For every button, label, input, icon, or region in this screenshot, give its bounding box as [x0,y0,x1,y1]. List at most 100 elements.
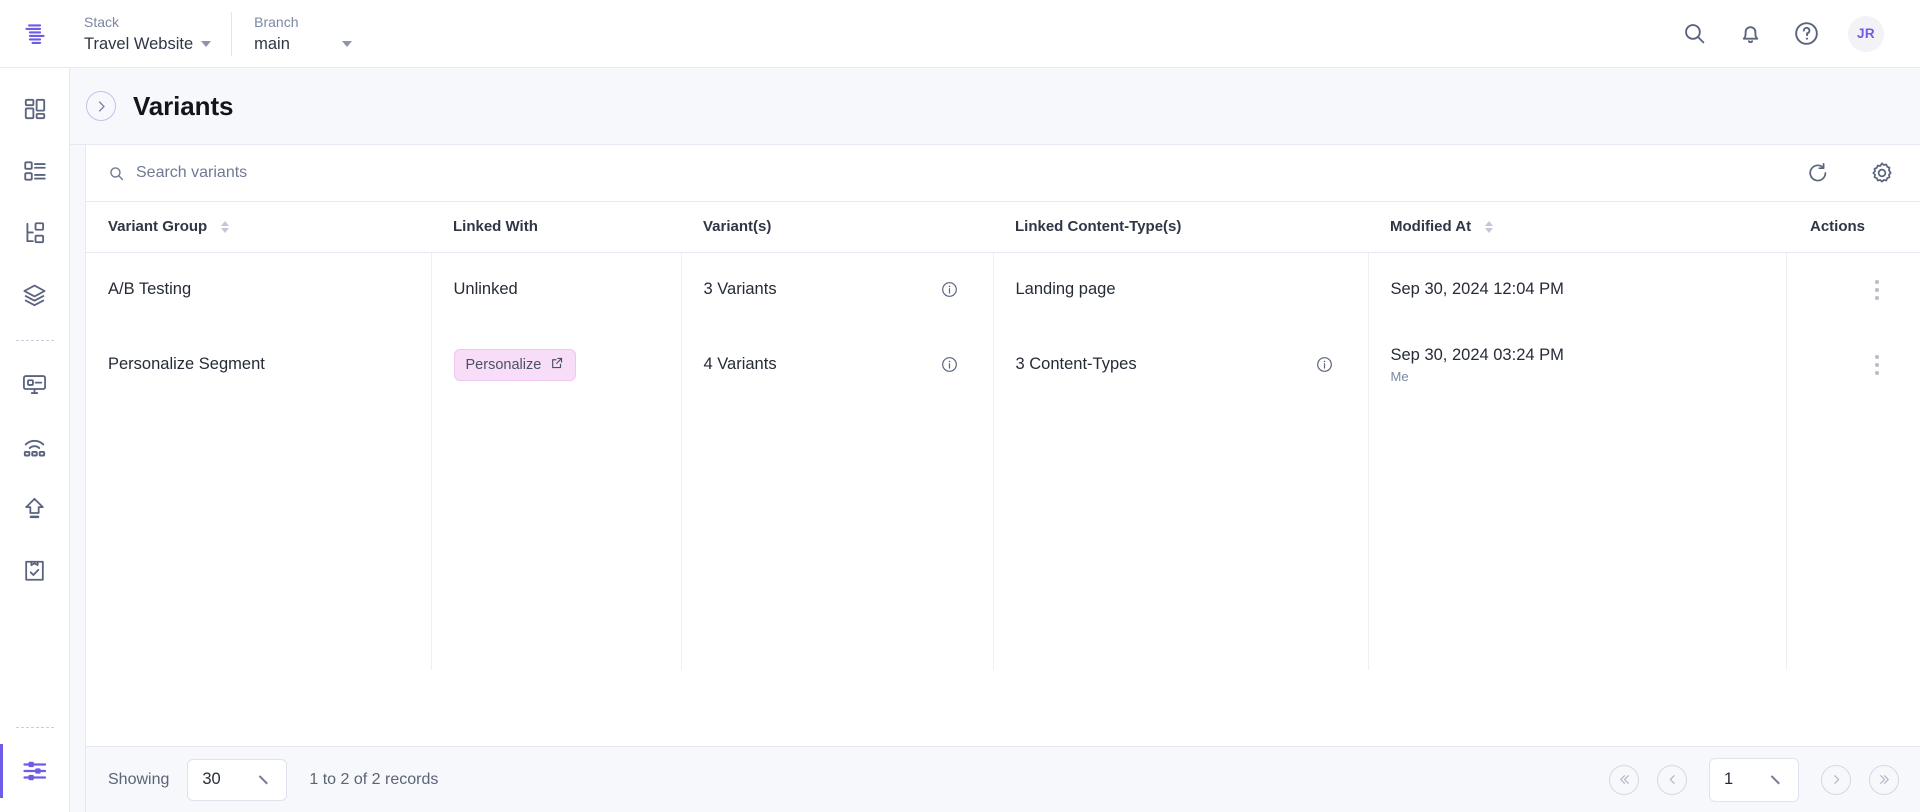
table-row[interactable]: Personalize Segment Personalize 4 Varian… [86,327,1920,402]
prev-page-button[interactable] [1657,764,1687,795]
branch-switcher[interactable]: Branch main [232,0,372,68]
help-circle-icon[interactable] [1792,20,1820,48]
cell-linked-content-types: 3 Content-Types [993,327,1369,402]
column-label: Actions [1810,218,1866,236]
page-number-select[interactable]: 1 [1709,757,1799,802]
table-filler-row [86,402,1920,670]
sidebar-item-releases[interactable] [0,415,70,477]
sort-icon[interactable] [221,220,230,233]
cell-actions [1786,327,1920,402]
column-label: Modified At [1390,218,1472,236]
table-header: Variant Group Linked With Variant(s) Lin… [86,202,1920,253]
cell-modified-at: Sep 30, 2024 12:04 PM [1368,252,1787,327]
stack-value: Travel Website [84,34,194,53]
sidebar-item-content-types[interactable] [0,140,70,202]
kebab-menu-icon[interactable] [1809,354,1920,375]
header-actions: JR [1680,15,1920,52]
next-page-button[interactable] [1821,764,1851,795]
sort-icon[interactable] [1485,220,1494,233]
branch-label: Branch [254,13,299,30]
content-list-icon [23,161,46,181]
top-header: Stack Travel Website Branch main JR [0,0,1920,68]
cell-linked-content-types: Landing page [993,252,1369,327]
variants-panel: Variant Group Linked With Variant(s) Lin… [85,145,1920,812]
double-chevron-right-icon [1879,775,1889,784]
info-icon[interactable] [940,280,959,299]
upload-icon [25,497,44,518]
column-actions: Actions [1786,202,1920,253]
bell-icon[interactable] [1736,20,1764,48]
external-link-icon [550,356,564,374]
info-icon[interactable] [940,355,959,374]
table-toolbar [86,145,1920,202]
sidebar-item-assets[interactable] [0,264,70,326]
variants-table: Variant Group Linked With Variant(s) Lin… [86,202,1920,670]
stack-switcher[interactable]: Stack Travel Website [84,0,231,68]
last-page-button[interactable] [1869,764,1899,795]
column-variant-group[interactable]: Variant Group [86,202,431,253]
table-row[interactable]: A/B Testing Unlinked 3 Variants Landing … [86,252,1920,327]
column-label: Variant(s) [703,218,772,236]
cell-linked-with: Unlinked [431,252,682,327]
sidebar-item-audit-log[interactable] [0,539,70,601]
records-count: 1 to 2 of 2 records [309,770,439,788]
cell-modified-at: Sep 30, 2024 03:24 PM Me [1368,327,1787,402]
current-page-value: 1 [1724,770,1734,788]
monitor-icon [23,374,46,394]
table-body: A/B Testing Unlinked 3 Variants Landing … [86,252,1920,670]
variants-count: 3 Variants [703,280,777,299]
clipboard-check-icon [25,560,44,581]
toolbar-actions [1804,159,1896,187]
chevron-down-icon [201,40,212,47]
content-types-value: Landing page [1015,280,1116,299]
cell-actions [1786,252,1920,327]
column-label: Variant Group [108,218,208,236]
layers-icon [23,284,46,306]
sidebar-divider [15,340,54,341]
info-icon[interactable] [1315,355,1334,374]
context-switchers: Stack Travel Website Branch main [70,0,372,68]
cell-variant-group: A/B Testing [86,252,432,327]
page-container: Variants Search variants Variant Group L… [70,68,1920,812]
branch-value: main [254,34,290,53]
sidebar-divider-bottom [15,727,54,728]
sidebar-item-dashboard[interactable] [0,78,70,140]
app-logo[interactable] [0,20,70,48]
sidebar-item-entries[interactable] [0,202,70,264]
modified-at-value: Sep 30, 2024 03:24 PM [1390,345,1564,364]
column-linked-content-types: Linked Content-Type(s) [993,202,1368,253]
gear-icon[interactable] [1868,159,1896,187]
modified-at-value: Sep 30, 2024 12:04 PM [1390,280,1564,299]
stack-label: Stack [84,13,120,30]
showing-label: Showing [108,770,170,788]
sidebar-item-live-preview[interactable] [0,353,70,415]
kebab-menu-icon[interactable] [1809,279,1920,300]
sidebar-item-settings[interactable] [0,740,70,802]
personalize-badge[interactable]: Personalize [453,348,577,381]
page-size-value: 30 [202,770,221,788]
cell-linked-with: Personalize [431,327,682,402]
search-variants-box[interactable] [108,164,1804,182]
cell-variant-group: Personalize Segment [86,327,432,402]
chevron-right-icon [1833,775,1839,784]
column-modified-at[interactable]: Modified At [1368,202,1786,253]
chevron-right-circle-icon[interactable] [86,91,116,121]
first-page-button[interactable] [1609,764,1639,795]
page-size-select[interactable]: 30 [187,758,288,801]
search-icon[interactable] [1680,20,1708,48]
double-chevron-left-icon [1619,775,1629,784]
page-header: Variants [70,68,1920,145]
search-icon [108,165,125,182]
column-linked-with: Linked With [431,202,681,253]
cell-variants: 3 Variants [681,252,994,327]
broadcast-icon [23,439,46,456]
search-input[interactable] [136,164,536,182]
refresh-icon[interactable] [1804,159,1832,187]
column-label: Linked With [453,218,538,236]
chevron-down-icon [259,768,275,785]
column-label: Linked Content-Type(s) [1015,218,1182,236]
avatar[interactable]: JR [1848,15,1884,52]
chevron-left-icon [1669,775,1675,784]
contentstack-logo-icon [25,23,45,44]
sidebar-item-publish-queue[interactable] [0,477,70,539]
